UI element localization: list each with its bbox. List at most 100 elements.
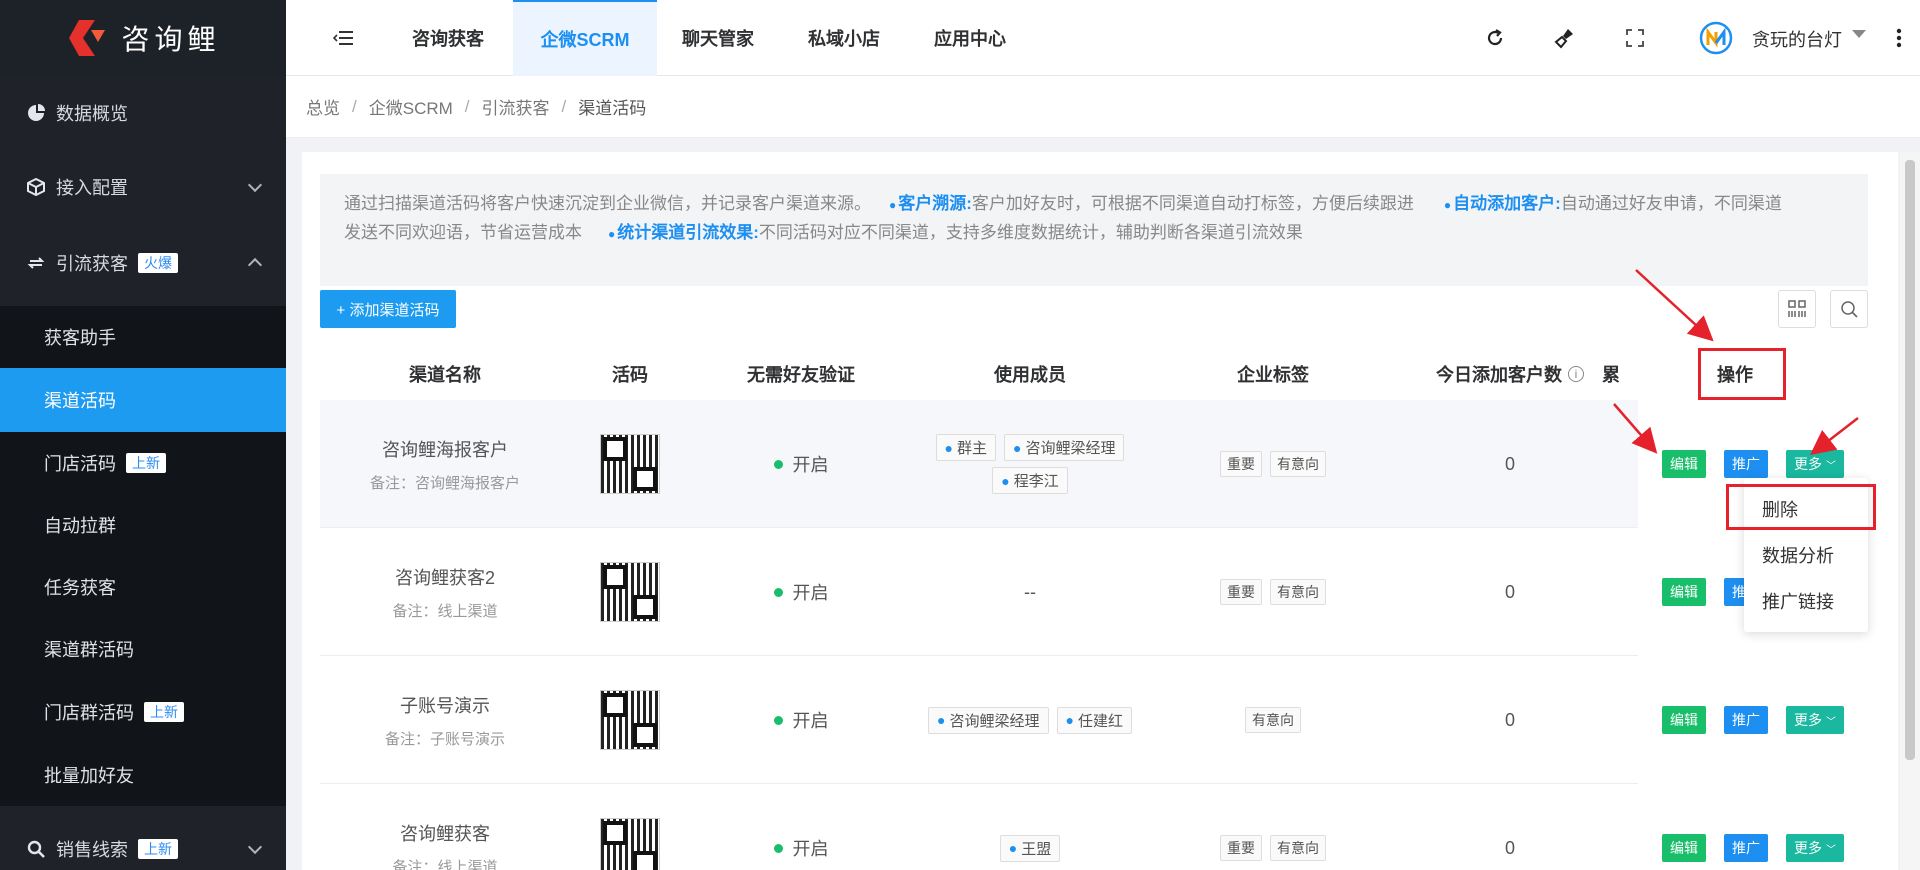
label-tag: 重要 [1220, 579, 1262, 605]
verify-cell: 开启 [690, 400, 912, 528]
logo[interactable]: 咨询鲤 [0, 0, 286, 76]
table-row: 子账号演示 备注：子账号演示 开启 ● 咨询鲤梁经理 ● 任建红 有意向 0 编辑 推广… [320, 656, 1868, 784]
clear-cache-brush-icon[interactable] [1552, 25, 1578, 51]
menu-item-promo-link[interactable]: 推广链接 [1744, 578, 1868, 624]
tab-label: 应用中心 [934, 29, 1006, 49]
new-badge: 上新 [144, 702, 184, 722]
promote-button[interactable]: 推广 [1724, 450, 1768, 478]
refresh-icon[interactable] [1482, 25, 1508, 51]
more-button[interactable]: 更多 ﹀ [1786, 706, 1844, 734]
status-label: 开启 [792, 711, 829, 731]
more-button[interactable]: 更多 ﹀ [1786, 834, 1844, 862]
scrollbar-thumb[interactable] [1905, 160, 1915, 760]
status-dot-icon [773, 843, 783, 853]
sidebar-subitem-label: 渠道群活码 [44, 640, 134, 660]
more-vertical-icon[interactable] [1886, 25, 1912, 51]
label-tag: 有意向 [1270, 579, 1326, 605]
qr-grid-icon[interactable] [1778, 290, 1816, 328]
sidebar-subitem-batch-add-friends[interactable]: 批量加好友 [0, 744, 286, 806]
table-row: 咨询鲤海报客户 备注：咨询鲤海报客户 开启 ● 群主 ● 咨询鲤梁经理 ● 程李江 重要有… [320, 400, 1868, 528]
add-channel-code-button[interactable]: + 添加渠道活码 [320, 290, 456, 328]
tab-chat-manager[interactable]: 聊天管家 [658, 0, 778, 76]
sidebar-subitem-store-code[interactable]: 门店活码 上新 [0, 432, 286, 494]
member-tag: ● 咨询鲤梁经理 [1004, 434, 1125, 461]
sidebar-subitem-channel-code[interactable]: 渠道活码 [0, 368, 286, 432]
promote-button[interactable]: 推广 [1724, 706, 1768, 734]
menu-fold-icon[interactable] [330, 25, 356, 51]
user-name[interactable]: 贪玩的台灯 [1752, 26, 1842, 52]
breadcrumb-item[interactable]: 企微SCRM [369, 94, 453, 119]
vertical-scrollbar[interactable] [1900, 152, 1920, 870]
more-dropdown-menu: 删除 数据分析 推广链接 [1744, 478, 1868, 632]
breadcrumb-item[interactable]: 总览 [306, 94, 340, 119]
sidebar-item-access-config[interactable]: 接入配置 [0, 156, 286, 218]
channel-name-cell: 咨询鲤获客2 备注：线上渠道 [320, 528, 570, 656]
verify-cell: 开启 [690, 656, 912, 784]
member-tag: ● 群主 [935, 434, 996, 461]
notice-point-text: 自动通过好友申请，不同渠道 [1560, 194, 1782, 213]
chevron-up-icon [247, 257, 263, 273]
chevron-down-icon: ﹀ [1826, 460, 1836, 472]
sidebar-subitem-auto-group[interactable]: 自动拉群 [0, 494, 286, 556]
chevron-down-icon [247, 177, 263, 193]
qr-cell [570, 400, 690, 528]
notice-point-title: 统计渠道引流效果: [617, 223, 759, 242]
breadcrumb-item[interactable]: 引流获客 [482, 94, 550, 119]
sidebar-subitem-store-group-code[interactable]: 门店群活码 上新 [0, 680, 286, 744]
info-icon[interactable]: i [1568, 366, 1584, 382]
tab-private-shop[interactable]: 私域小店 [784, 0, 904, 76]
qr-cell [570, 784, 690, 870]
channel-name-cell: 子账号演示 备注：子账号演示 [320, 656, 570, 784]
qr-code-image[interactable] [600, 818, 660, 870]
sidebar-item-label: 销售线索 [56, 840, 128, 860]
column-header-channel-name: 渠道名称 [409, 365, 481, 385]
edit-button[interactable]: 编辑 [1662, 834, 1706, 862]
menu-item-data-analysis[interactable]: 数据分析 [1744, 532, 1868, 578]
member-tag: ● 程李江 [992, 467, 1068, 494]
breadcrumb-separator: / [464, 96, 470, 116]
user-icon: ● [1013, 439, 1022, 456]
hot-badge: 火爆 [138, 253, 178, 273]
sidebar-subitem-channel-group-code[interactable]: 渠道群活码 [0, 618, 286, 680]
sidebar-item-sales-leads[interactable]: 销售线索 上新 [0, 818, 286, 870]
status-dot-icon [773, 459, 783, 469]
menu-item-delete[interactable]: 删除 [1744, 486, 1868, 532]
user-icon: ● [1008, 840, 1018, 856]
status-dot-icon [773, 587, 783, 597]
sidebar-item-overview[interactable]: 数据概览 [0, 82, 286, 144]
main-card: 通过扫描渠道活码将客户快速沉淀到企业微信，并记录客户渠道来源。 ● 客户溯源:客户加… [302, 152, 1898, 870]
edit-button[interactable]: 编辑 [1662, 578, 1706, 606]
member-name: 程李江 [1013, 473, 1059, 490]
tab-app-center[interactable]: 应用中心 [910, 0, 1030, 76]
sidebar-item-label: 接入配置 [56, 178, 128, 198]
caret-down-icon[interactable] [1852, 30, 1866, 38]
pie-chart-icon [26, 103, 46, 123]
tab-consult-acquisition[interactable]: 咨询获客 [388, 0, 508, 76]
column-header-qr: 活码 [612, 365, 648, 385]
sidebar-subitem-acquisition-assistant[interactable]: 获客助手 [0, 306, 286, 368]
promote-button[interactable]: 推广 [1724, 834, 1768, 862]
verify-cell: 开启 [690, 784, 912, 870]
sidebar-subitem-task-acquisition[interactable]: 任务获客 [0, 556, 286, 618]
edit-button[interactable]: 编辑 [1662, 450, 1706, 478]
qr-code-image[interactable] [600, 562, 660, 622]
cube-icon [26, 177, 46, 197]
bullet-dot-icon: ● [1443, 198, 1452, 212]
new-badge: 上新 [126, 453, 166, 473]
avatar[interactable] [1698, 20, 1734, 56]
notice-point-title: 自动添加客户: [1453, 194, 1561, 213]
user-icon: ● [1001, 472, 1010, 489]
breadcrumb-separator: / [561, 96, 567, 116]
search-icon[interactable] [1830, 290, 1868, 328]
channel-note: 备注：子账号演示 [384, 730, 505, 748]
more-button[interactable]: 更多 ﹀ [1786, 450, 1844, 478]
fullscreen-icon[interactable] [1622, 25, 1648, 51]
qr-code-image[interactable] [600, 690, 660, 750]
channel-name: 咨询鲤获客 [400, 823, 490, 844]
breadcrumb-separator: / [352, 96, 357, 116]
tab-wecom-scrm[interactable]: 企微SCRM [513, 0, 657, 76]
qr-code-image[interactable] [600, 434, 660, 494]
member-name: 王盟 [1021, 840, 1052, 858]
edit-button[interactable]: 编辑 [1662, 706, 1706, 734]
sidebar-item-traffic[interactable]: 引流获客 火爆 [0, 232, 286, 294]
